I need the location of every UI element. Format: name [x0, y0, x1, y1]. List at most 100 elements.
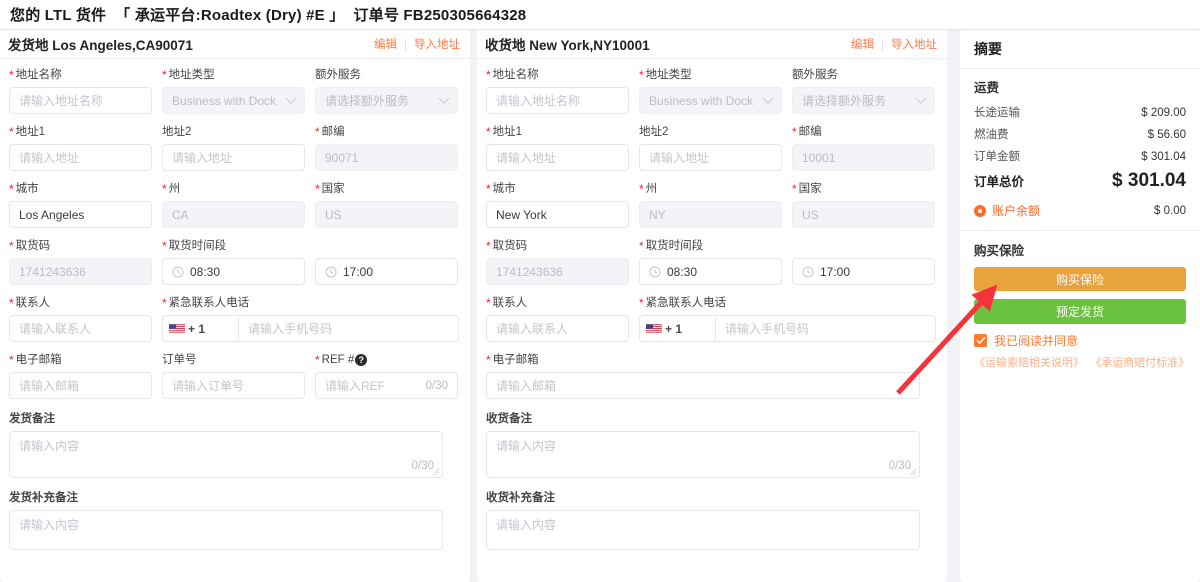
carrier-compensation-link[interactable]: 《承运商赔付标准》	[1090, 354, 1189, 370]
shipper-state-input[interactable]: CA	[162, 201, 305, 228]
agreement-links: 《运输索赔相关说明》 《承运商赔付标准》	[974, 354, 1189, 370]
receiver-contact-input[interactable]: 请输入联系人	[486, 315, 629, 342]
agreement-checkbox[interactable]	[974, 334, 987, 347]
page-header: 您的 LTL 货件 「 承运平台:Roadtex (Dry) #E 」 订单号 …	[0, 0, 1200, 30]
account-balance-left: 账户余额	[974, 202, 1040, 219]
receiver-extra-remark-textarea[interactable]: 请输入内容	[486, 510, 920, 550]
shipper-phone-group: + 1 请输入手机号码	[162, 315, 459, 342]
summary-line-label: 长途运输	[974, 107, 1020, 119]
shipper-extra-remark-textarea[interactable]: 请输入内容	[9, 510, 443, 550]
shipper-address1-input[interactable]: 请输入地址	[9, 144, 152, 171]
resize-grip-icon[interactable]	[432, 468, 440, 476]
shipper-extra-remark-wrap: 请输入内容	[9, 510, 443, 550]
shipper-row-2: * 地址1 请输入地址 地址2 请输入地址 * 邮编 90071	[9, 125, 461, 171]
shipper-email-input[interactable]: 请输入邮箱	[9, 372, 152, 399]
shipper-phone-input[interactable]: 请输入手机号码	[238, 315, 459, 342]
receiver-time-from-input[interactable]: 08:30	[639, 258, 782, 285]
shipper-country-input[interactable]: US	[315, 201, 458, 228]
shipper-order-no-input[interactable]: 请输入订单号	[162, 372, 305, 399]
receiver-extra-service-select[interactable]: 请选择额外服务	[792, 87, 935, 114]
receiver-state-input[interactable]: NY	[639, 201, 782, 228]
receiver-address1-input[interactable]: 请输入地址	[486, 144, 629, 171]
chevron-down-icon	[762, 92, 774, 104]
shipper-city-label: * 城市	[9, 182, 39, 196]
agreement-row[interactable]: 我已阅读并同意	[974, 332, 1186, 349]
shipper-address2-input[interactable]: 请输入地址	[162, 144, 305, 171]
action-divider	[405, 38, 406, 50]
summary-divider	[960, 230, 1200, 231]
shipper-pickup-code-label: * 取货码	[9, 239, 51, 253]
receiver-city-input[interactable]: New York	[486, 201, 629, 228]
us-flag-icon	[646, 324, 662, 333]
shipper-address-type-select[interactable]: Business with Dock	[162, 87, 305, 114]
summary-line-label: 燃油费	[974, 129, 1009, 141]
resize-grip-icon[interactable]	[909, 468, 917, 476]
receiver-edit-link[interactable]: 编辑	[851, 36, 874, 52]
receiver-remark-textarea[interactable]: 请输入内容 0/30	[486, 431, 920, 478]
shipper-extra-service-value: 请选择额外服务	[325, 94, 410, 108]
help-icon[interactable]: ?	[355, 354, 368, 366]
shipper-city-input[interactable]: Los Angeles	[9, 201, 152, 228]
receiver-import-address-link[interactable]: 导入地址	[891, 36, 937, 52]
freight-section-label: 运费	[974, 81, 1000, 95]
receiver-extra-service-field: 额外服务 请选择额外服务	[792, 68, 935, 114]
shipper-time-to-input[interactable]: 17:00	[315, 258, 458, 285]
receiver-remark-label: 收货备注	[486, 413, 532, 425]
shipper-card: 发货地 Los Angeles,CA90071 编辑 导入地址 * 地址名称 请输…	[0, 30, 470, 582]
shipper-import-address-link[interactable]: 导入地址	[414, 36, 460, 52]
shipper-remark-textarea[interactable]: 请输入内容 0/30	[9, 431, 443, 478]
receiver-country-label: * 国家	[792, 182, 822, 196]
balance-icon	[974, 204, 986, 217]
summary-line-value: $ 209.00	[1141, 107, 1186, 119]
summary-total-row: 订单总价 $ 301.04	[974, 170, 1186, 192]
shipper-city-field: * 城市 Los Angeles	[9, 182, 152, 228]
clock-icon	[325, 266, 337, 277]
receiver-address1-field: * 地址1 请输入地址	[486, 125, 629, 171]
receiver-address-type-value: Business with Dock	[649, 93, 754, 108]
summary-card: 摘要 运费 长途运输 $ 209.00 燃油费 $ 56.60 订单金额 $ 3…	[960, 30, 1200, 582]
shipper-country-code-select[interactable]: + 1	[162, 315, 238, 342]
shipper-contact-input[interactable]: 请输入联系人	[9, 315, 152, 342]
shipper-ref-placeholder: 请输入REF	[325, 379, 386, 393]
shipper-time-from-input[interactable]: 08:30	[162, 258, 305, 285]
claim-instructions-link[interactable]: 《运输索赔相关说明》	[974, 354, 1084, 370]
shipper-pickup-code-field: * 取货码 1741243636	[9, 239, 152, 285]
receiver-address-type-field: * 地址类型 Business with Dock	[639, 68, 782, 114]
shipper-extra-service-select[interactable]: 请选择额外服务	[315, 87, 458, 114]
shipper-row-5: * 联系人 请输入联系人 * 紧急联系人电话 + 1 请输入手机号码	[9, 296, 461, 342]
receiver-country-input[interactable]: US	[792, 201, 935, 228]
receiver-address-name-label: * 地址名称	[486, 68, 539, 82]
main-columns: 发货地 Los Angeles,CA90071 编辑 导入地址 * 地址名称 请输…	[0, 30, 1200, 582]
receiver-row-4: * 取货码 1741243636 * 取货时间段 08:30 17:00	[486, 239, 938, 285]
shipper-phone-field: * 紧急联系人电话 + 1 请输入手机号码	[162, 296, 459, 342]
shipper-country-code-value: + 1	[188, 321, 206, 336]
shipper-address-name-label: * 地址名称	[9, 68, 62, 82]
shipper-pickup-code-input[interactable]: 1741243636	[9, 258, 152, 285]
shipper-remark-wrap: 请输入内容 0/30	[9, 431, 443, 478]
shipper-edit-link[interactable]: 编辑	[374, 36, 397, 52]
action-divider	[882, 38, 883, 50]
shipper-address-name-input[interactable]: 请输入地址名称	[9, 87, 152, 114]
receiver-country-code-select[interactable]: + 1	[639, 315, 715, 342]
receiver-address-type-select[interactable]: Business with Dock	[639, 87, 782, 114]
receiver-address-name-input[interactable]: 请输入地址名称	[486, 87, 629, 114]
shipper-ref-field: * REF #? 请输入REF 0/30	[315, 353, 458, 399]
receiver-address2-input[interactable]: 请输入地址	[639, 144, 782, 171]
receiver-extra-service-label: 额外服务	[792, 69, 838, 81]
book-shipment-button[interactable]: 预定发货	[974, 299, 1186, 324]
receiver-email-input[interactable]: 请输入邮箱	[486, 372, 920, 399]
receiver-pickup-window-from-field: * 取货时间段 08:30	[639, 239, 782, 285]
receiver-phone-input[interactable]: 请输入手机号码	[715, 315, 936, 342]
shipper-zip-field: * 邮编 90071	[315, 125, 458, 171]
receiver-title-prefix: 收货地	[485, 38, 526, 53]
shipper-ref-input[interactable]: 请输入REF 0/30	[315, 372, 458, 399]
summary-line-item: 长途运输 $ 209.00	[974, 104, 1186, 120]
receiver-time-to-input[interactable]: 17:00	[792, 258, 935, 285]
buy-insurance-button[interactable]: 购买保险	[974, 267, 1186, 291]
receiver-pickup-code-input[interactable]: 1741243636	[486, 258, 629, 285]
receiver-title: 收货地 New York,NY10001	[485, 34, 650, 54]
shipper-zip-input[interactable]: 90071	[315, 144, 458, 171]
shipper-location: Los Angeles,CA90071	[52, 38, 193, 53]
receiver-zip-input[interactable]: 10001	[792, 144, 935, 171]
receiver-card-header: 收货地 New York,NY10001 编辑 导入地址	[477, 30, 947, 59]
